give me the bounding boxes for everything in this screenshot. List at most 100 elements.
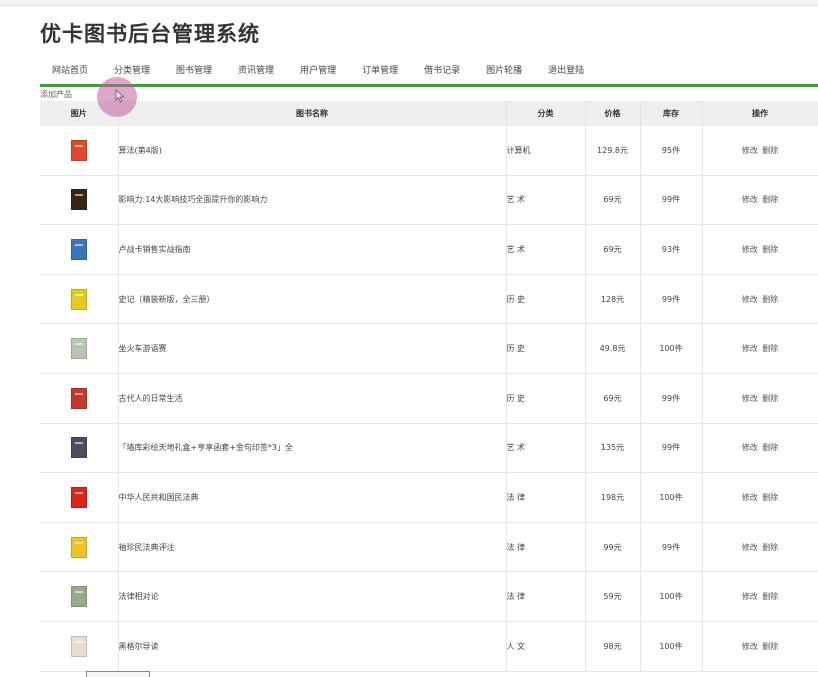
book-name: 坐火车游语赛 — [118, 323, 507, 374]
edit-link[interactable]: 修改 — [742, 245, 758, 254]
cover-cell — [40, 224, 119, 275]
book-price: 128元 — [585, 274, 641, 325]
nav-item-home[interactable]: 网站首页 — [40, 62, 101, 80]
book-stock: 99件 — [640, 175, 703, 226]
table-row: 坐火车游语赛历 史 49.8元 100件 修改 删除 — [40, 323, 818, 374]
header-stock: 库存 — [640, 101, 703, 126]
book-stock: 99件 — [640, 522, 703, 573]
actions-cell: 修改 删除 — [702, 175, 818, 226]
book-stock: 99件 — [640, 274, 703, 325]
book-category: 艺 术 — [506, 224, 586, 275]
actions-cell: 修改 删除 — [702, 274, 818, 325]
actions-cell: 修改 删除 — [702, 571, 818, 622]
book-stock: 93件 — [640, 224, 703, 275]
actions-cell: 修改 删除 — [702, 621, 818, 672]
book-category: 历 史 — [506, 373, 586, 424]
header-category: 分类 — [506, 101, 586, 126]
book-category: 人 文 — [506, 621, 586, 672]
edit-link[interactable]: 修改 — [742, 592, 758, 601]
book-cover-image — [70, 536, 87, 558]
book-cover-image — [70, 486, 87, 508]
actions-cell: 修改 删除 — [702, 126, 818, 176]
actions-cell: 修改 删除 — [702, 224, 818, 275]
book-name: 黑格尔导读 — [118, 621, 507, 672]
edit-link[interactable]: 修改 — [742, 195, 758, 204]
edit-link[interactable]: 修改 — [742, 146, 758, 155]
delete-link[interactable]: 删除 — [762, 195, 778, 204]
book-name: 「墙库彩绘天地礼盒+亨享函套+金句印签*3」全 — [118, 423, 507, 474]
cover-cell — [40, 522, 119, 573]
actions-cell: 修改 删除 — [702, 423, 818, 474]
book-category: 艺 术 — [506, 175, 586, 226]
book-price: 99元 — [585, 522, 641, 573]
mouse-pointer-icon — [115, 89, 125, 103]
edit-link[interactable]: 修改 — [742, 642, 758, 651]
delete-link[interactable]: 删除 — [762, 245, 778, 254]
delete-link[interactable]: 删除 — [762, 543, 778, 552]
book-stock: 100件 — [640, 571, 703, 622]
delete-link[interactable]: 删除 — [762, 295, 778, 304]
edit-link[interactable]: 修改 — [742, 493, 758, 502]
table-row: 袖珍民法典评注法 律 99元 99件 修改 删除 — [40, 522, 818, 573]
partial-footer-box — [86, 671, 150, 677]
nav-item-borrow[interactable]: 借书记录 — [411, 62, 473, 80]
add-product-link[interactable]: 添加产品 — [40, 89, 72, 100]
edit-link[interactable]: 修改 — [742, 443, 758, 452]
table-row: 黑格尔导读人 文 98元 100件 修改 删除 — [40, 621, 818, 672]
nav-item-carousel[interactable]: 图片轮播 — [473, 62, 535, 80]
edit-link[interactable]: 修改 — [742, 394, 758, 403]
edit-link[interactable]: 修改 — [742, 344, 758, 353]
book-name: 卢战卡销售实战指南 — [118, 224, 507, 275]
table-row: 法律相对论法 律 59元 100件 修改 删除 — [40, 571, 818, 622]
delete-link[interactable]: 删除 — [762, 146, 778, 155]
table-row: 算法(第4版) 计算机 129.8元 95件 修改 删除 — [40, 126, 818, 176]
book-name: 袖珍民法典评注 — [118, 522, 507, 573]
nav-item-news[interactable]: 资讯管理 — [225, 62, 287, 80]
book-name: 中华人民共和国民法典 — [118, 472, 507, 523]
delete-link[interactable]: 删除 — [762, 592, 778, 601]
nav-item-users[interactable]: 用户管理 — [287, 62, 349, 80]
actions-cell: 修改 删除 — [702, 472, 818, 523]
book-price: 69元 — [585, 224, 641, 275]
cover-cell — [40, 621, 119, 672]
book-stock: 99件 — [640, 423, 703, 474]
table-row: 史记（精装新版，全三册）历 史 128元 99件 修改 删除 — [40, 274, 818, 325]
window-top-strip — [0, 0, 818, 6]
table-header-row: 图片 图书名称 分类 价格 库存 操作 — [40, 101, 818, 126]
table-row: 古代人的日常生活历 史 69元 99件 修改 删除 — [40, 373, 818, 424]
delete-link[interactable]: 删除 — [762, 443, 778, 452]
book-price: 129.8元 — [585, 126, 641, 176]
book-name: 算法(第4版) — [118, 126, 507, 176]
edit-link[interactable]: 修改 — [742, 543, 758, 552]
delete-link[interactable]: 删除 — [762, 394, 778, 403]
book-price: 198元 — [585, 472, 641, 523]
nav-item-orders[interactable]: 订单管理 — [349, 62, 411, 80]
nav-item-logout[interactable]: 退出登陆 — [535, 62, 597, 80]
book-stock: 95件 — [640, 126, 703, 176]
book-table: 图片 图书名称 分类 价格 库存 操作 算法(第4版) 计算机 129.8元 95件修… — [40, 101, 818, 672]
book-category: 法 律 — [506, 522, 586, 573]
book-category: 艺 术 — [506, 423, 586, 474]
book-category: 法 律 — [506, 472, 586, 523]
delete-link[interactable]: 删除 — [762, 493, 778, 502]
cover-cell — [40, 472, 119, 523]
header-actions: 操作 — [702, 101, 818, 126]
edit-link[interactable]: 修改 — [742, 295, 758, 304]
book-category: 法 律 — [506, 571, 586, 622]
delete-link[interactable]: 删除 — [762, 642, 778, 651]
book-price: 49.8元 — [585, 323, 641, 374]
header-name: 图书名称 — [118, 101, 507, 126]
delete-link[interactable]: 删除 — [762, 344, 778, 353]
book-cover-image — [70, 189, 87, 211]
nav-underline — [40, 84, 818, 87]
cover-cell — [40, 323, 119, 374]
book-stock: 100件 — [640, 472, 703, 523]
book-stock: 100件 — [640, 323, 703, 374]
actions-cell: 修改 删除 — [702, 323, 818, 374]
cover-cell — [40, 423, 119, 474]
book-cover-image — [70, 586, 87, 608]
book-cover-image — [70, 437, 87, 459]
nav-item-books[interactable]: 图书管理 — [163, 62, 225, 80]
book-stock: 100件 — [640, 621, 703, 672]
cover-cell — [40, 274, 119, 325]
